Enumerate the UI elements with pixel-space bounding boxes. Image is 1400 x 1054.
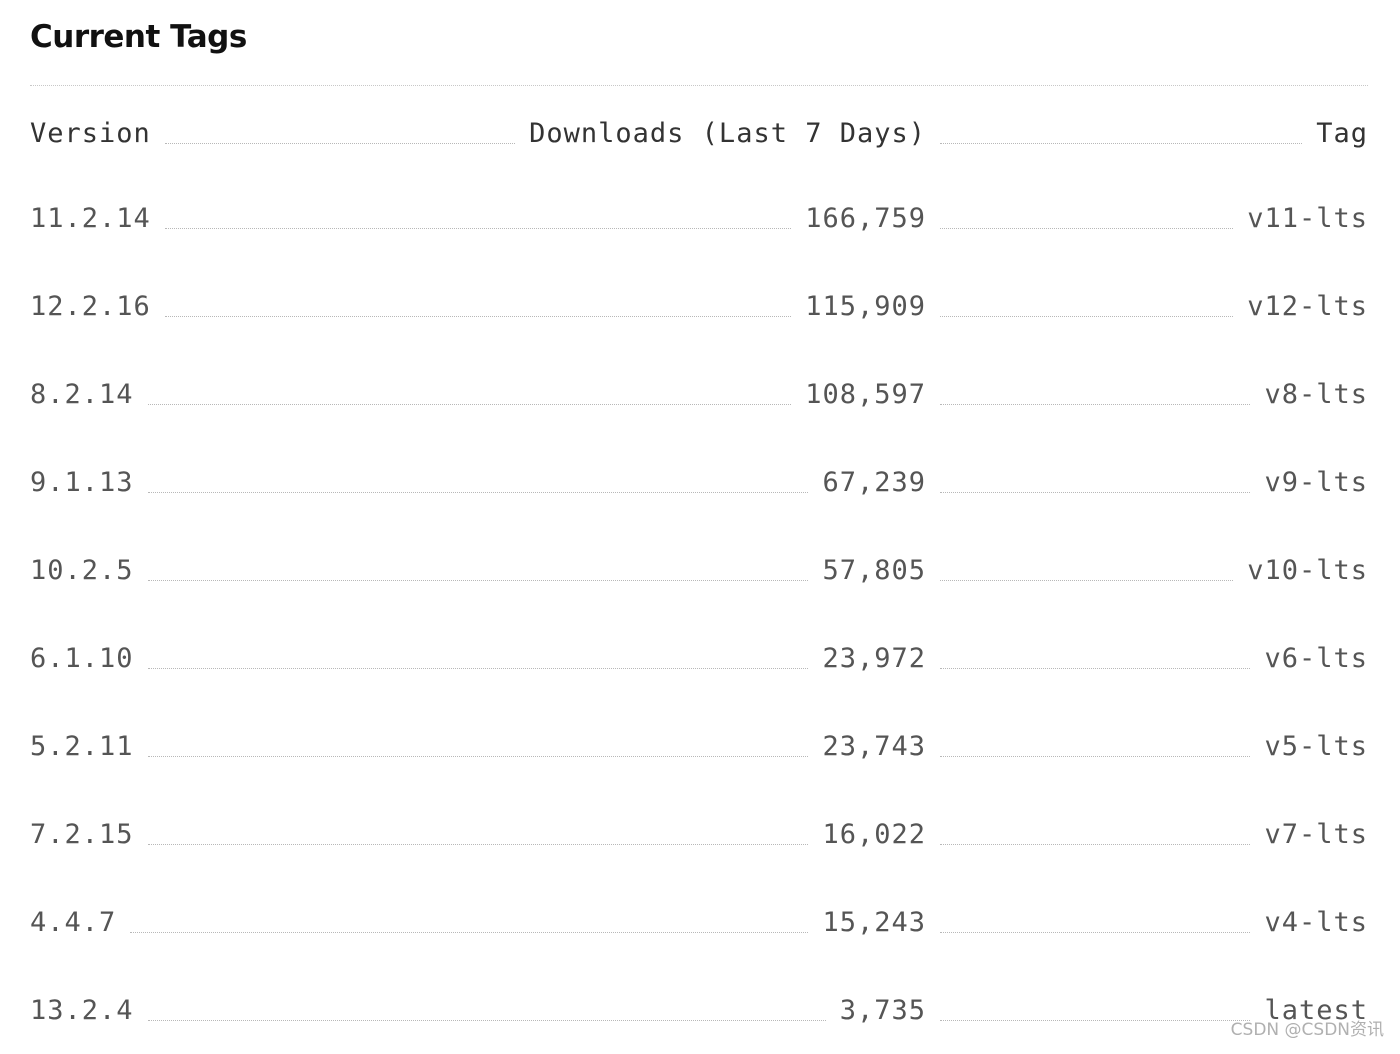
dist-tag: v7-lts — [1264, 818, 1368, 850]
dotted-leader — [940, 843, 1251, 845]
row-right-group: v8-lts — [926, 379, 1368, 410]
dotted-leader — [940, 931, 1251, 933]
table-row: 11.2.14 166,759 v11-lts — [30, 174, 1368, 262]
dotted-leader — [940, 755, 1251, 757]
table-row: 4.4.7 15,243 v4-lts — [30, 878, 1368, 966]
table-row: 6.1.10 23,972 v6-lts — [30, 614, 1368, 702]
dotted-leader — [940, 579, 1234, 581]
dotted-leader — [147, 843, 809, 845]
dotted-leader — [164, 142, 516, 144]
current-tags-table: Version Downloads (Last 7 Days) Tag 11.2… — [30, 92, 1368, 1054]
section-title: Current Tags — [30, 19, 247, 55]
dist-tag: v9-lts — [1264, 466, 1368, 498]
downloads-count: 166,759 — [805, 202, 926, 234]
table-row: 8.2.14 108,597 v8-lts — [30, 350, 1368, 438]
version-link[interactable]: 11.2.14 — [30, 203, 151, 234]
row-left-group: 9.1.13 67,239 — [30, 467, 926, 498]
current-tags-section: Current Tags Version Downloads (Last 7 D… — [30, 0, 1368, 1026]
row-right-group: v6-lts — [926, 643, 1368, 674]
downloads-count: 115,909 — [805, 290, 926, 322]
dotted-leader — [940, 142, 1303, 144]
downloads-count: 67,239 — [822, 466, 926, 498]
dist-tag: v12-lts — [1247, 290, 1368, 322]
dotted-leader — [940, 403, 1251, 405]
dist-tag: v5-lts — [1264, 730, 1368, 762]
dotted-leader — [147, 755, 809, 757]
dotted-leader — [940, 667, 1251, 669]
row-right-group: v9-lts — [926, 467, 1368, 498]
dist-tag: v4-lts — [1264, 906, 1368, 938]
dist-tag: v11-lts — [1247, 202, 1368, 234]
downloads-count: 108,597 — [805, 378, 926, 410]
version-link[interactable]: 4.4.7 — [30, 907, 116, 938]
table-row: 5.2.11 23,743 v5-lts — [30, 702, 1368, 790]
dotted-leader — [940, 315, 1234, 317]
row-left-group: 5.2.11 23,743 — [30, 731, 926, 762]
version-link[interactable]: 8.2.14 — [30, 379, 134, 410]
row-left-group: 7.2.15 16,022 — [30, 819, 926, 850]
dotted-leader — [940, 1019, 1251, 1021]
row-right-group: v4-lts — [926, 907, 1368, 938]
dotted-leader — [130, 931, 809, 933]
header-right-group: Tag — [926, 118, 1368, 149]
version-link[interactable]: 9.1.13 — [30, 467, 134, 498]
version-link[interactable]: 7.2.15 — [30, 819, 134, 850]
dotted-leader — [164, 315, 792, 317]
row-right-group: v7-lts — [926, 819, 1368, 850]
row-right-group: v12-lts — [926, 291, 1368, 322]
table-header-row: Version Downloads (Last 7 Days) Tag — [30, 92, 1368, 174]
row-left-group: 12.2.16 115,909 — [30, 291, 926, 322]
table-row: 13.2.4 3,735 latest — [30, 966, 1368, 1054]
dist-tag: v6-lts — [1264, 642, 1368, 674]
row-left-group: 13.2.4 3,735 — [30, 995, 926, 1026]
dist-tag: v8-lts — [1264, 378, 1368, 410]
row-left-group: 11.2.14 166,759 — [30, 203, 926, 234]
row-left-group: 4.4.7 15,243 — [30, 907, 926, 938]
row-left-group: 8.2.14 108,597 — [30, 379, 926, 410]
dotted-leader — [147, 667, 809, 669]
table-row: 7.2.15 16,022 v7-lts — [30, 790, 1368, 878]
watermark-text: CSDN @CSDN资讯 — [1230, 1020, 1384, 1040]
table-row: 12.2.16 115,909 v12-lts — [30, 262, 1368, 350]
header-left-group: Version Downloads (Last 7 Days) — [30, 118, 926, 149]
downloads-count: 3,735 — [839, 994, 926, 1026]
downloads-count: 23,743 — [822, 730, 926, 762]
dist-tag: v10-lts — [1247, 554, 1368, 586]
column-header-tag: Tag — [1316, 117, 1368, 149]
downloads-count: 57,805 — [822, 554, 926, 586]
dotted-leader — [164, 227, 792, 229]
dotted-leader — [147, 491, 809, 493]
column-header-version: Version — [30, 117, 151, 149]
version-link[interactable]: 6.1.10 — [30, 643, 134, 674]
dotted-leader — [147, 403, 792, 405]
version-link[interactable]: 10.2.5 — [30, 555, 134, 586]
column-header-downloads: Downloads (Last 7 Days) — [529, 117, 926, 149]
dotted-leader — [940, 227, 1234, 229]
dotted-leader — [147, 579, 809, 581]
table-row: 10.2.5 57,805 v10-lts — [30, 526, 1368, 614]
version-link[interactable]: 12.2.16 — [30, 291, 151, 322]
dotted-leader — [147, 1019, 826, 1021]
row-left-group: 10.2.5 57,805 — [30, 555, 926, 586]
row-right-group: v11-lts — [926, 203, 1368, 234]
version-link[interactable]: 13.2.4 — [30, 995, 134, 1026]
dotted-leader — [940, 491, 1251, 493]
downloads-count: 16,022 — [822, 818, 926, 850]
title-divider — [30, 85, 1368, 86]
row-right-group: v10-lts — [926, 555, 1368, 586]
table-row: 9.1.13 67,239 v9-lts — [30, 438, 1368, 526]
version-link[interactable]: 5.2.11 — [30, 731, 134, 762]
row-left-group: 6.1.10 23,972 — [30, 643, 926, 674]
row-right-group: v5-lts — [926, 731, 1368, 762]
downloads-count: 23,972 — [822, 642, 926, 674]
downloads-count: 15,243 — [822, 906, 926, 938]
